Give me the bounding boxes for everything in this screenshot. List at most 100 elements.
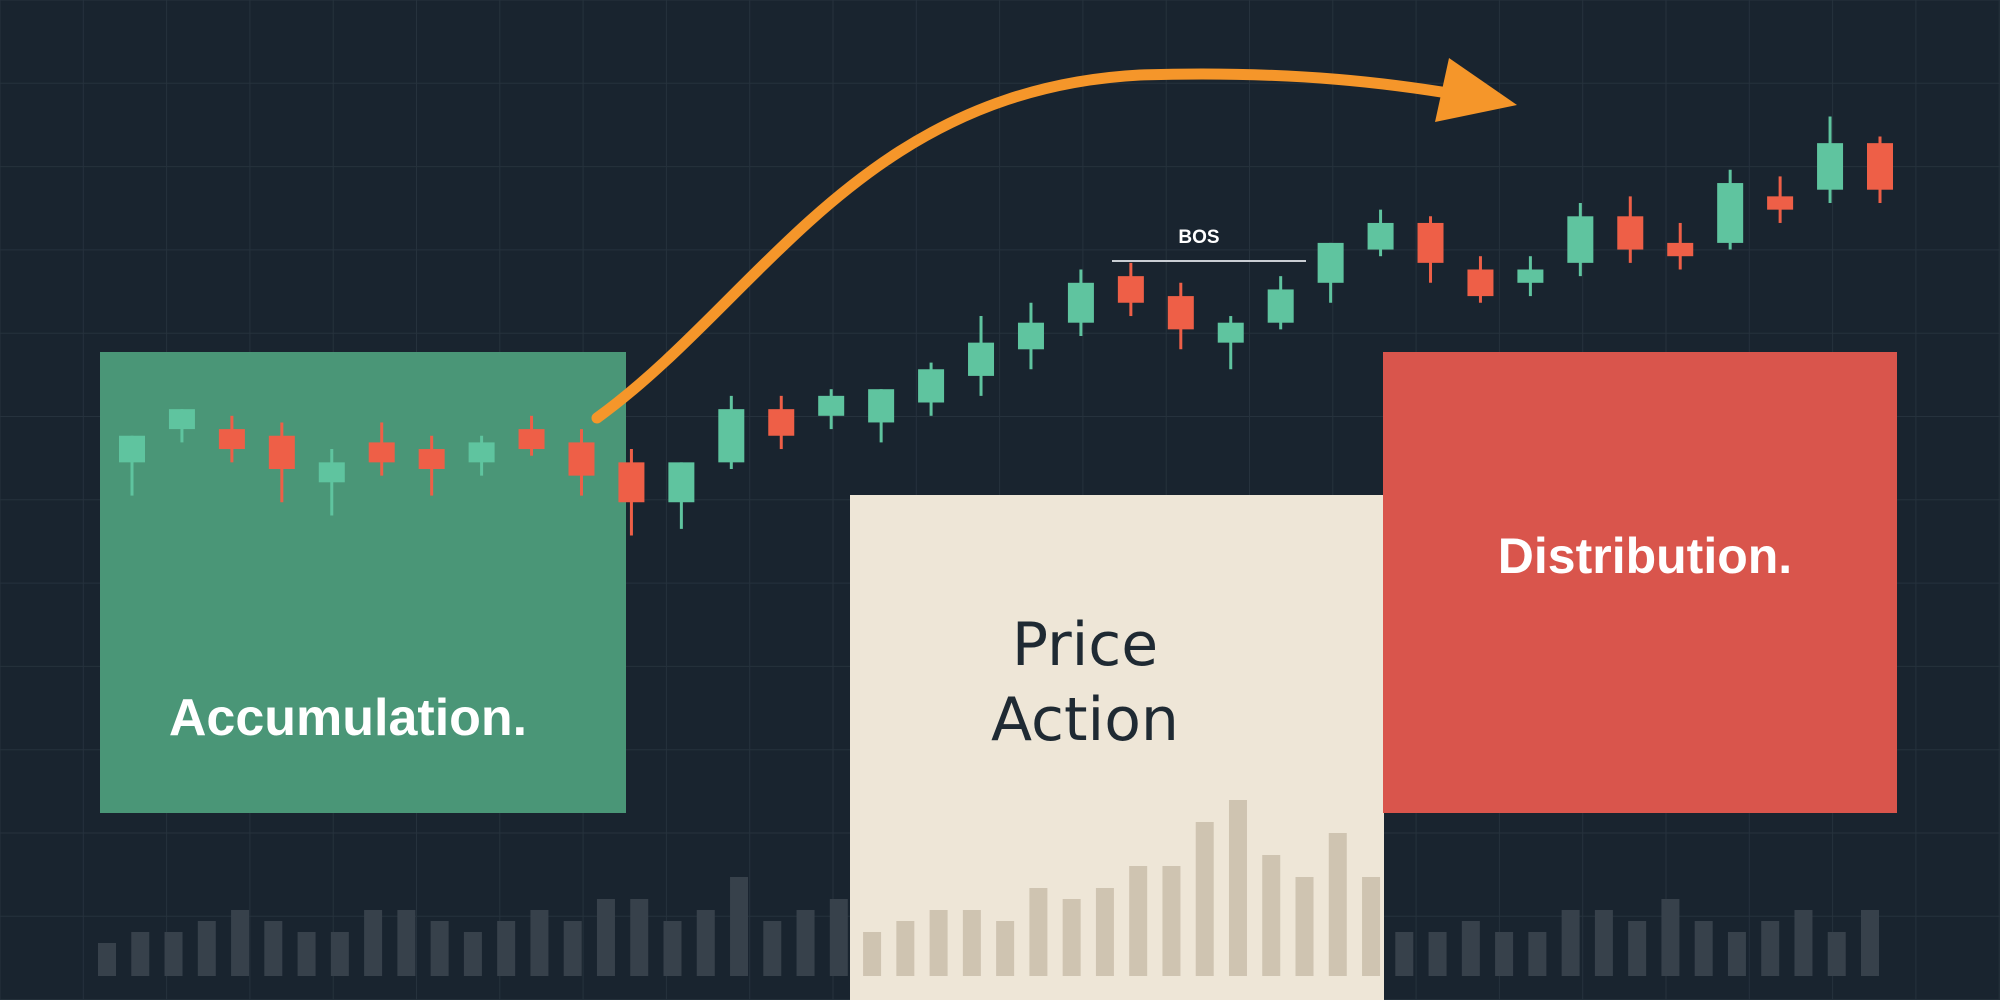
candle-body xyxy=(368,442,395,463)
bullish-candle xyxy=(1217,316,1244,370)
volume-bar xyxy=(996,921,1015,976)
candle-body xyxy=(1067,282,1094,323)
volume-bar xyxy=(829,899,848,976)
candle-body xyxy=(1117,276,1144,303)
volume-bar xyxy=(1395,932,1414,976)
volume-bar xyxy=(863,932,882,976)
candle-body xyxy=(718,409,745,463)
bullish-candle xyxy=(1817,116,1844,203)
volume-bar xyxy=(98,943,116,976)
volume-bar xyxy=(630,899,649,976)
volume-bar xyxy=(1262,855,1281,976)
candle-body xyxy=(968,342,995,376)
candle-body xyxy=(418,449,445,469)
candle-body xyxy=(1467,269,1494,297)
bullish-candle xyxy=(1367,209,1394,257)
volume-bar xyxy=(663,921,682,976)
volume-bar xyxy=(164,932,183,976)
volume-bar xyxy=(530,910,549,976)
bullish-candle xyxy=(668,462,695,529)
candle-body xyxy=(818,395,845,416)
bearish-candle xyxy=(1167,282,1194,350)
chart-stage: BOS Accumulation. Price Action Distribut… xyxy=(0,0,2000,1000)
bullish-candle xyxy=(1567,203,1594,277)
volume-bar xyxy=(1628,921,1647,976)
volume-bar xyxy=(297,932,316,976)
candle-body xyxy=(1867,143,1893,190)
bullish-candle xyxy=(918,362,945,416)
volume-bar xyxy=(330,932,349,976)
volume-bar xyxy=(1528,932,1547,976)
volume-bar xyxy=(1062,899,1081,976)
volume-bar xyxy=(497,921,516,976)
volume-bar xyxy=(1561,910,1580,976)
candle-body xyxy=(119,435,145,463)
bullish-candle xyxy=(968,316,995,396)
candle-body xyxy=(918,369,945,403)
volume-bar xyxy=(1195,822,1214,976)
candle-body xyxy=(868,389,895,423)
bullish-candle xyxy=(818,389,845,430)
volume-bar xyxy=(1295,877,1314,976)
bearish-candle xyxy=(1867,136,1893,203)
volume-bar xyxy=(1861,910,1879,976)
volume-bar xyxy=(1162,866,1181,976)
candle-body xyxy=(1667,242,1694,257)
volume-bar xyxy=(596,899,615,976)
volume-bar xyxy=(1727,932,1746,976)
candle-body xyxy=(618,462,645,503)
bullish-candle xyxy=(1267,276,1294,330)
bearish-candle xyxy=(1417,216,1444,283)
candle-body xyxy=(668,462,695,503)
volume-bar xyxy=(197,921,216,976)
candle-body xyxy=(1317,242,1344,283)
volume-bar xyxy=(1428,932,1447,976)
bullish-candle xyxy=(718,395,745,469)
bullish-candle xyxy=(1717,169,1744,250)
bullish-candle xyxy=(868,389,895,443)
volume-bar xyxy=(796,910,815,976)
volume-bar xyxy=(896,921,915,976)
volume-bar xyxy=(264,921,283,976)
volume-bar xyxy=(962,910,981,976)
volume-bar xyxy=(1461,921,1480,976)
volume-bar xyxy=(430,921,449,976)
volume-bar xyxy=(1694,921,1713,976)
candle-body xyxy=(1617,216,1644,250)
arrow-head-icon xyxy=(1435,58,1517,122)
bearish-candle xyxy=(1667,222,1694,270)
candle-body xyxy=(1167,296,1194,330)
volume-bar xyxy=(463,932,482,976)
volume-bar xyxy=(364,910,383,976)
volume-bar xyxy=(1594,910,1613,976)
candle-body xyxy=(1217,322,1244,343)
candle-body xyxy=(518,429,545,450)
price-action-label-line2: Action xyxy=(991,685,1179,755)
candle-body xyxy=(318,462,345,483)
volume-bar xyxy=(1661,899,1680,976)
volume-bar xyxy=(1129,866,1148,976)
candle-body xyxy=(768,409,795,436)
volume-bar xyxy=(397,910,416,976)
volume-bar xyxy=(696,910,715,976)
candle-body xyxy=(168,409,195,430)
candle-body xyxy=(1817,143,1844,190)
bos-label: BOS xyxy=(1178,227,1219,248)
volume-bar xyxy=(730,877,749,976)
volume-bar xyxy=(929,910,948,976)
distribution-label: Distribution. xyxy=(1498,528,1792,584)
bearish-candle xyxy=(1767,176,1794,223)
bearish-candle xyxy=(768,395,795,450)
volume-bar xyxy=(1761,921,1780,976)
bearish-candle xyxy=(1117,262,1144,317)
candle-body xyxy=(1367,222,1394,250)
candle-body xyxy=(568,442,595,476)
volume-bar xyxy=(763,921,782,976)
candle-body xyxy=(1017,322,1044,350)
candle-body xyxy=(218,429,245,450)
volume-bar xyxy=(1095,888,1114,976)
volume-bar xyxy=(1228,800,1247,976)
price-action-chart: BOS Accumulation. Price Action Distribut… xyxy=(0,0,2000,1000)
bearish-candle xyxy=(1467,256,1494,303)
volume-bar xyxy=(1794,910,1813,976)
